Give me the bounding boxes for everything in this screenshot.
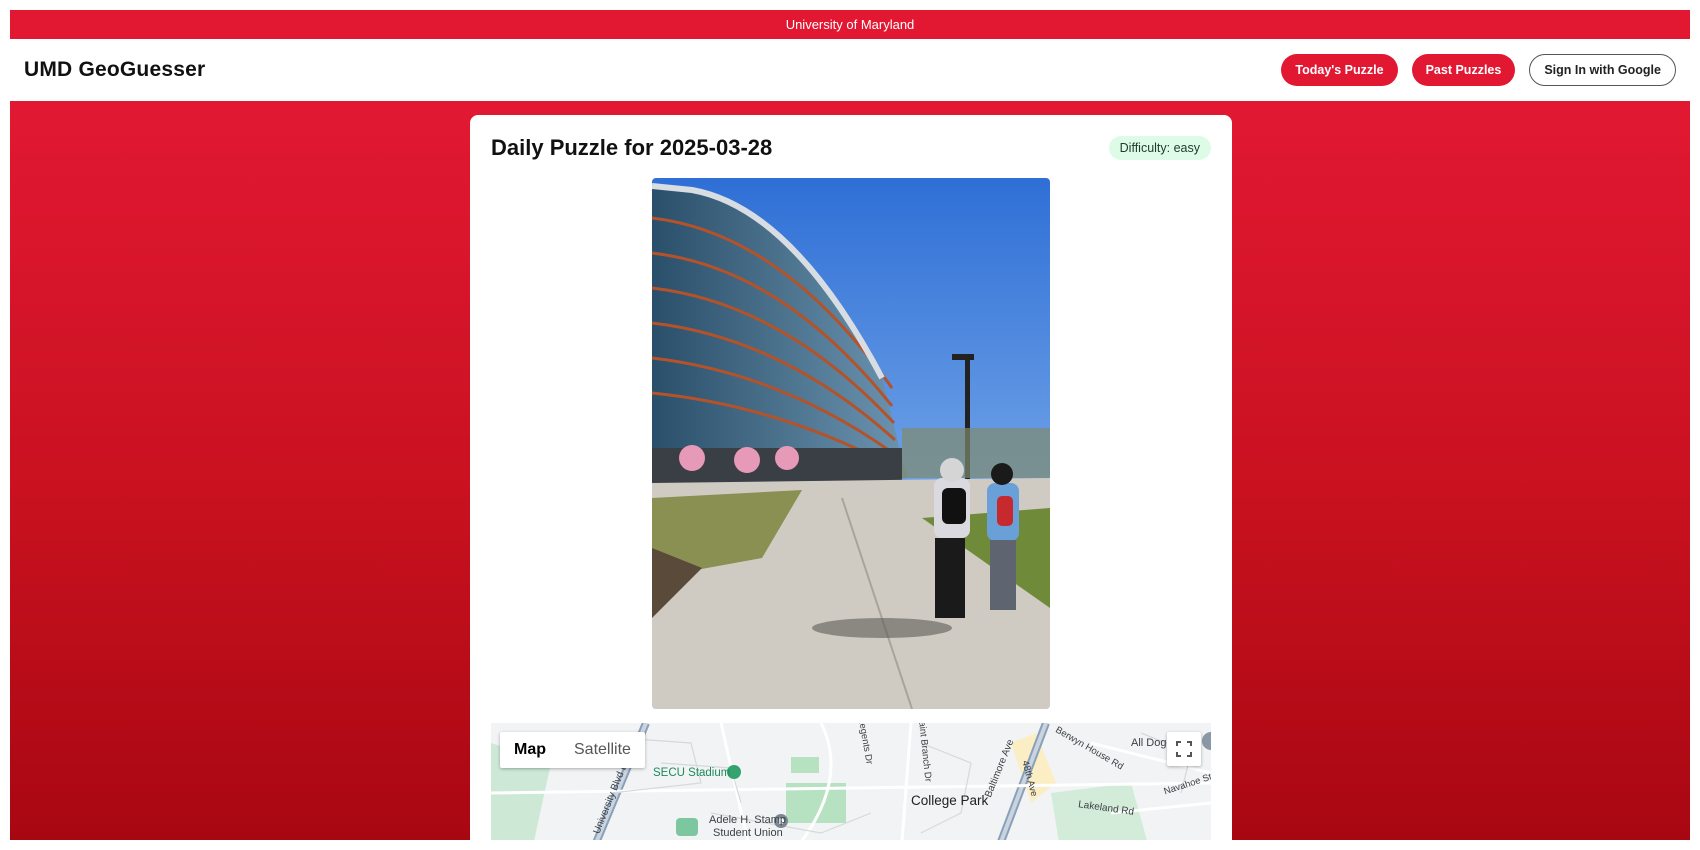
map-type-toggle: Map Satellite xyxy=(500,732,645,768)
puzzle-card-header: Daily Puzzle for 2025-03-28 Difficulty: … xyxy=(491,115,1211,181)
hero-background: Daily Puzzle for 2025-03-28 Difficulty: … xyxy=(10,101,1690,840)
map-label-college-park: College Park xyxy=(911,793,989,808)
map-label-stamp-union-line1: Adele H. Stamp xyxy=(709,814,787,826)
todays-puzzle-button[interactable]: Today's Puzzle xyxy=(1281,54,1398,86)
main-nav: Today's Puzzle Past Puzzles Sign In with… xyxy=(1281,54,1676,86)
page: University of Maryland UMD GeoGuesser To… xyxy=(10,10,1690,840)
sign-in-google-button[interactable]: Sign In with Google xyxy=(1529,54,1676,86)
university-banner: University of Maryland xyxy=(10,10,1690,39)
difficulty-badge: Difficulty: easy xyxy=(1108,136,1211,160)
university-banner-text: University of Maryland xyxy=(785,17,915,32)
site-header: UMD GeoGuesser Today's Puzzle Past Puzzl… xyxy=(10,39,1690,101)
map-type-map-button[interactable]: Map xyxy=(500,732,560,768)
puzzle-card: Daily Puzzle for 2025-03-28 Difficulty: … xyxy=(470,115,1232,840)
campus-photo-illustration xyxy=(652,178,1050,709)
map-type-satellite-button[interactable]: Satellite xyxy=(560,732,645,768)
map-fullscreen-button[interactable] xyxy=(1167,732,1201,766)
fullscreen-icon xyxy=(1176,741,1192,757)
map-label-all-dog: All Dog xyxy=(1131,737,1167,749)
puzzle-title: Daily Puzzle for 2025-03-28 xyxy=(491,135,773,160)
past-puzzles-button[interactable]: Past Puzzles xyxy=(1411,54,1516,86)
map-label-stamp-union-line2: Student Union xyxy=(713,827,783,839)
site-brand[interactable]: UMD GeoGuesser xyxy=(24,58,205,82)
puzzle-photo xyxy=(652,178,1050,709)
map-label-secu-stadium: SECU Stadium xyxy=(653,767,731,779)
guess-map[interactable]: SECU Stadium College Park Adele H. Stamp… xyxy=(491,723,1211,840)
